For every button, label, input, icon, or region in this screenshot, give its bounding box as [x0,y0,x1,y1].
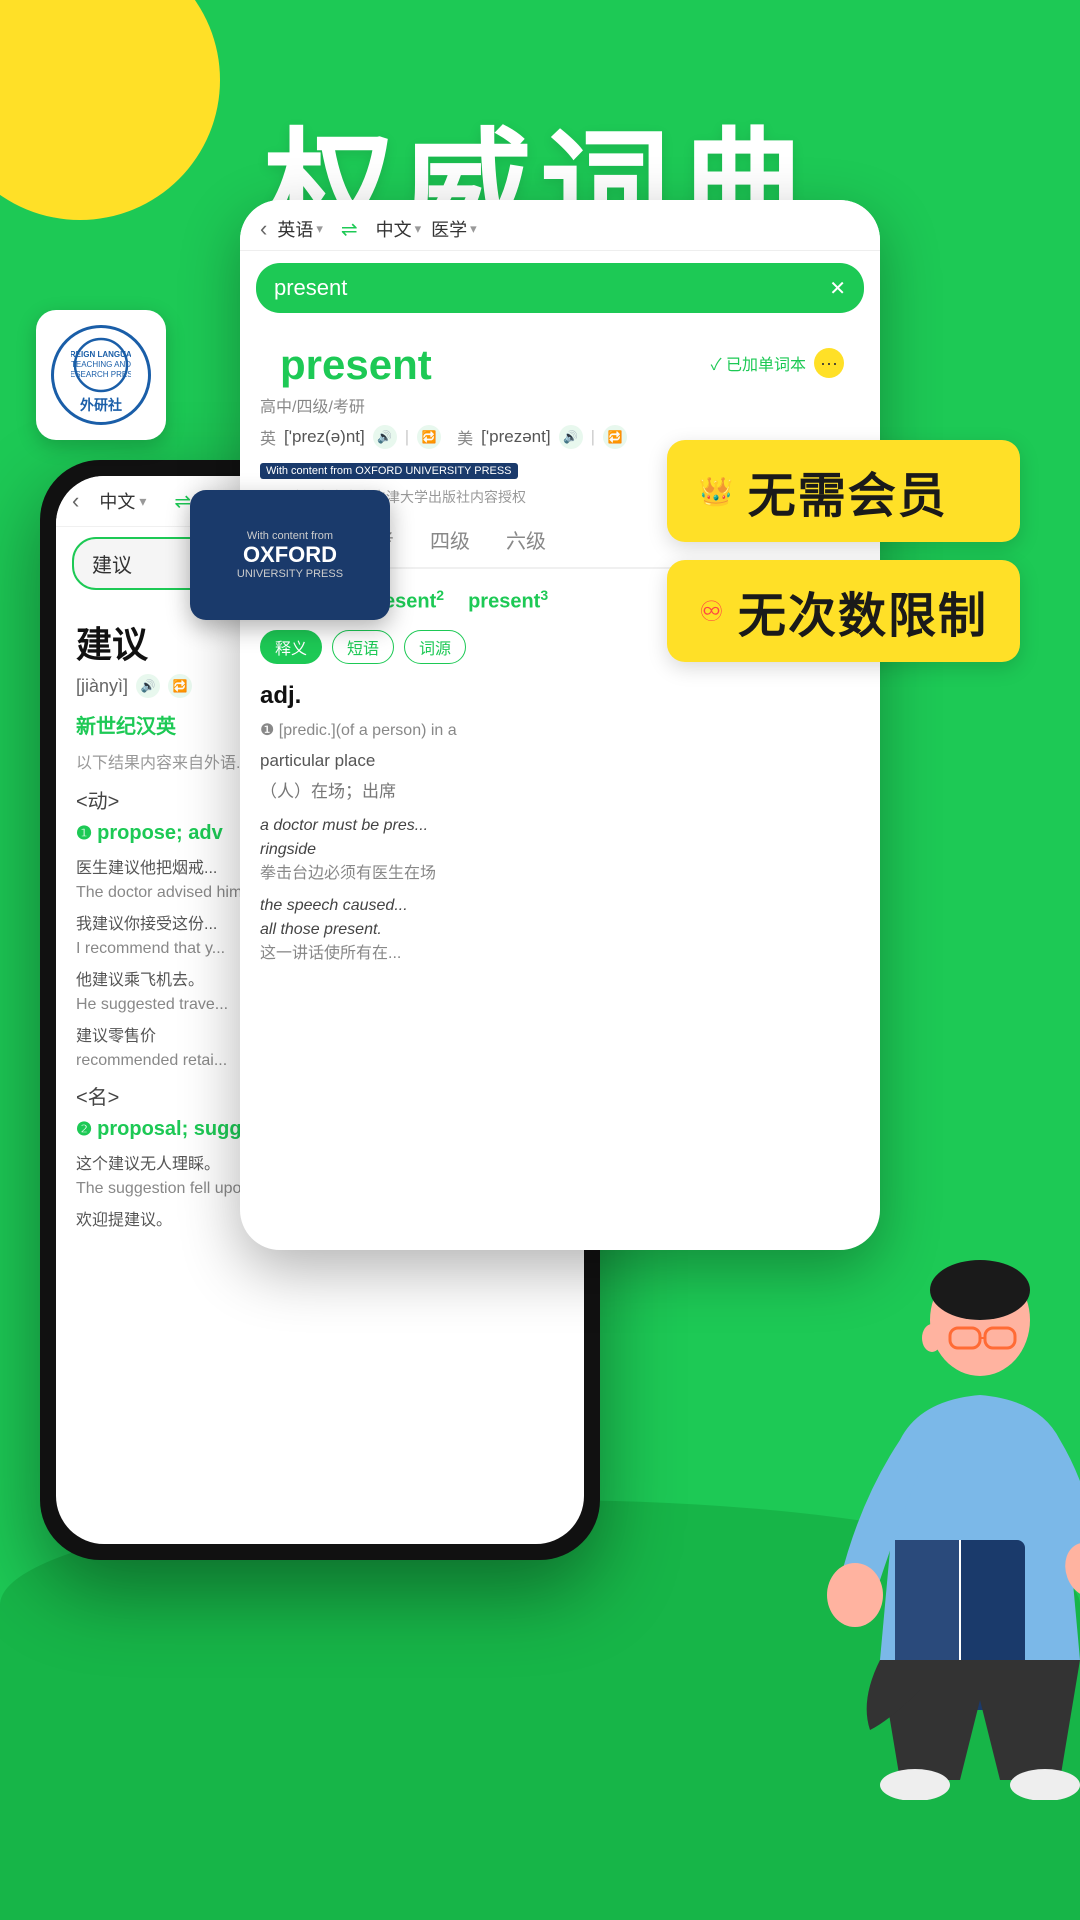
badge-unlimited-text: 无次数限制 [738,576,988,646]
svg-text:FOREIGN LANGUAGE: FOREIGN LANGUAGE [71,350,131,359]
phone2-swap-button[interactable]: ⇌ [341,217,358,242]
phone2-nav: ‹ 英语 ▾ ⇌ 中文 ▾ 医学 ▾ [240,200,880,251]
phone2-sound-us-loop[interactable]: 🔁 [603,425,627,449]
phone2-mode-tab[interactable]: 医学 ▾ [431,216,477,242]
crown-icon: 👑 [699,475,734,508]
pv-present3[interactable]: present3 [468,587,548,614]
phone1-swap-button[interactable]: ⇌ [174,489,191,514]
phone2-word: present [260,333,452,393]
oxford-small-label: With content from OXFORD UNIVERSITY PRES… [260,463,518,479]
tag-definition[interactable]: 释义 [260,630,322,664]
waiyan-logo-icon: FOREIGN LANGUAGE TEACHING AND RESEARCH P… [71,335,131,395]
phone1-sound-uk[interactable]: 🔊 [136,674,160,698]
phone2-search-clear[interactable]: ✕ [829,276,846,301]
badge-unlimited: ♾ 无次数限制 [667,560,1020,662]
badge-no-member: 👑 无需会员 [667,440,1020,542]
tag-phrase[interactable]: 短语 [332,630,394,664]
tab-level4[interactable]: 四级 [412,515,488,567]
badge-area: 👑 无需会员 ♾ 无次数限制 [667,440,1020,662]
phone2-sound-uk[interactable]: 🔊 [373,425,397,449]
waiyan-inner: FOREIGN LANGUAGE TEACHING AND RESEARCH P… [51,325,151,425]
phone2-def-section: adj. ❶ [predic.](of a person) in a parti… [240,672,880,984]
character-svg [720,1240,1080,1800]
phone2-word-header-row: present ✓ 已加单词本 ··· [240,325,880,393]
phone2-pos: adj. [260,682,860,710]
svg-text:RESEARCH PRESS: RESEARCH PRESS [71,370,131,379]
phone2-lang2-tab[interactable]: 中文 ▾ [376,216,422,242]
phone2-sound-us[interactable]: 🔊 [559,425,583,449]
infinity-icon: ♾ [699,595,724,628]
phone2-def1-predic: ❶ [predic.](of a person) in a [260,716,860,744]
tab-level6[interactable]: 六级 [488,515,564,567]
tag-etymology[interactable]: 词源 [404,630,466,664]
oxford-name: OXFORD [243,542,337,568]
phone2-sound-loop[interactable]: 🔁 [417,425,441,449]
phone2-level: 高中/四级/考研 [240,393,880,425]
badge-no-member-text: 无需会员 [748,456,948,526]
phone2-search-bar[interactable]: present ✕ [256,263,864,313]
svg-text:TEACHING AND: TEACHING AND [71,360,131,369]
character-illustration [720,1240,1080,1800]
phone1-lang1-tab[interactable]: 中文 ▾ [91,484,154,518]
oxford-badge: With content from OXFORD UNIVERSITY PRES… [190,490,390,620]
phone1-sound-loop[interactable]: 🔁 [168,674,192,698]
phone2-bookmarked[interactable]: ✓ 已加单词本 [711,351,806,375]
phone2-lang1-tab[interactable]: 英语 ▾ [277,216,323,242]
phone2-card: ‹ 英语 ▾ ⇌ 中文 ▾ 医学 ▾ present ✕ present ✓ 已… [240,200,880,1250]
oxford-university: UNIVERSITY PRESS [237,568,343,580]
phone2-search-text: present [274,275,347,301]
phone1-back-button[interactable]: ‹ [72,488,79,514]
oxford-with-content: With content from [247,530,333,542]
phone2-back-button[interactable]: ‹ [260,216,267,242]
waiyan-text: 外研社 [80,395,122,415]
waiyan-badge: FOREIGN LANGUAGE TEACHING AND RESEARCH P… [36,310,166,440]
phone2-more-button[interactable]: ··· [814,348,844,378]
